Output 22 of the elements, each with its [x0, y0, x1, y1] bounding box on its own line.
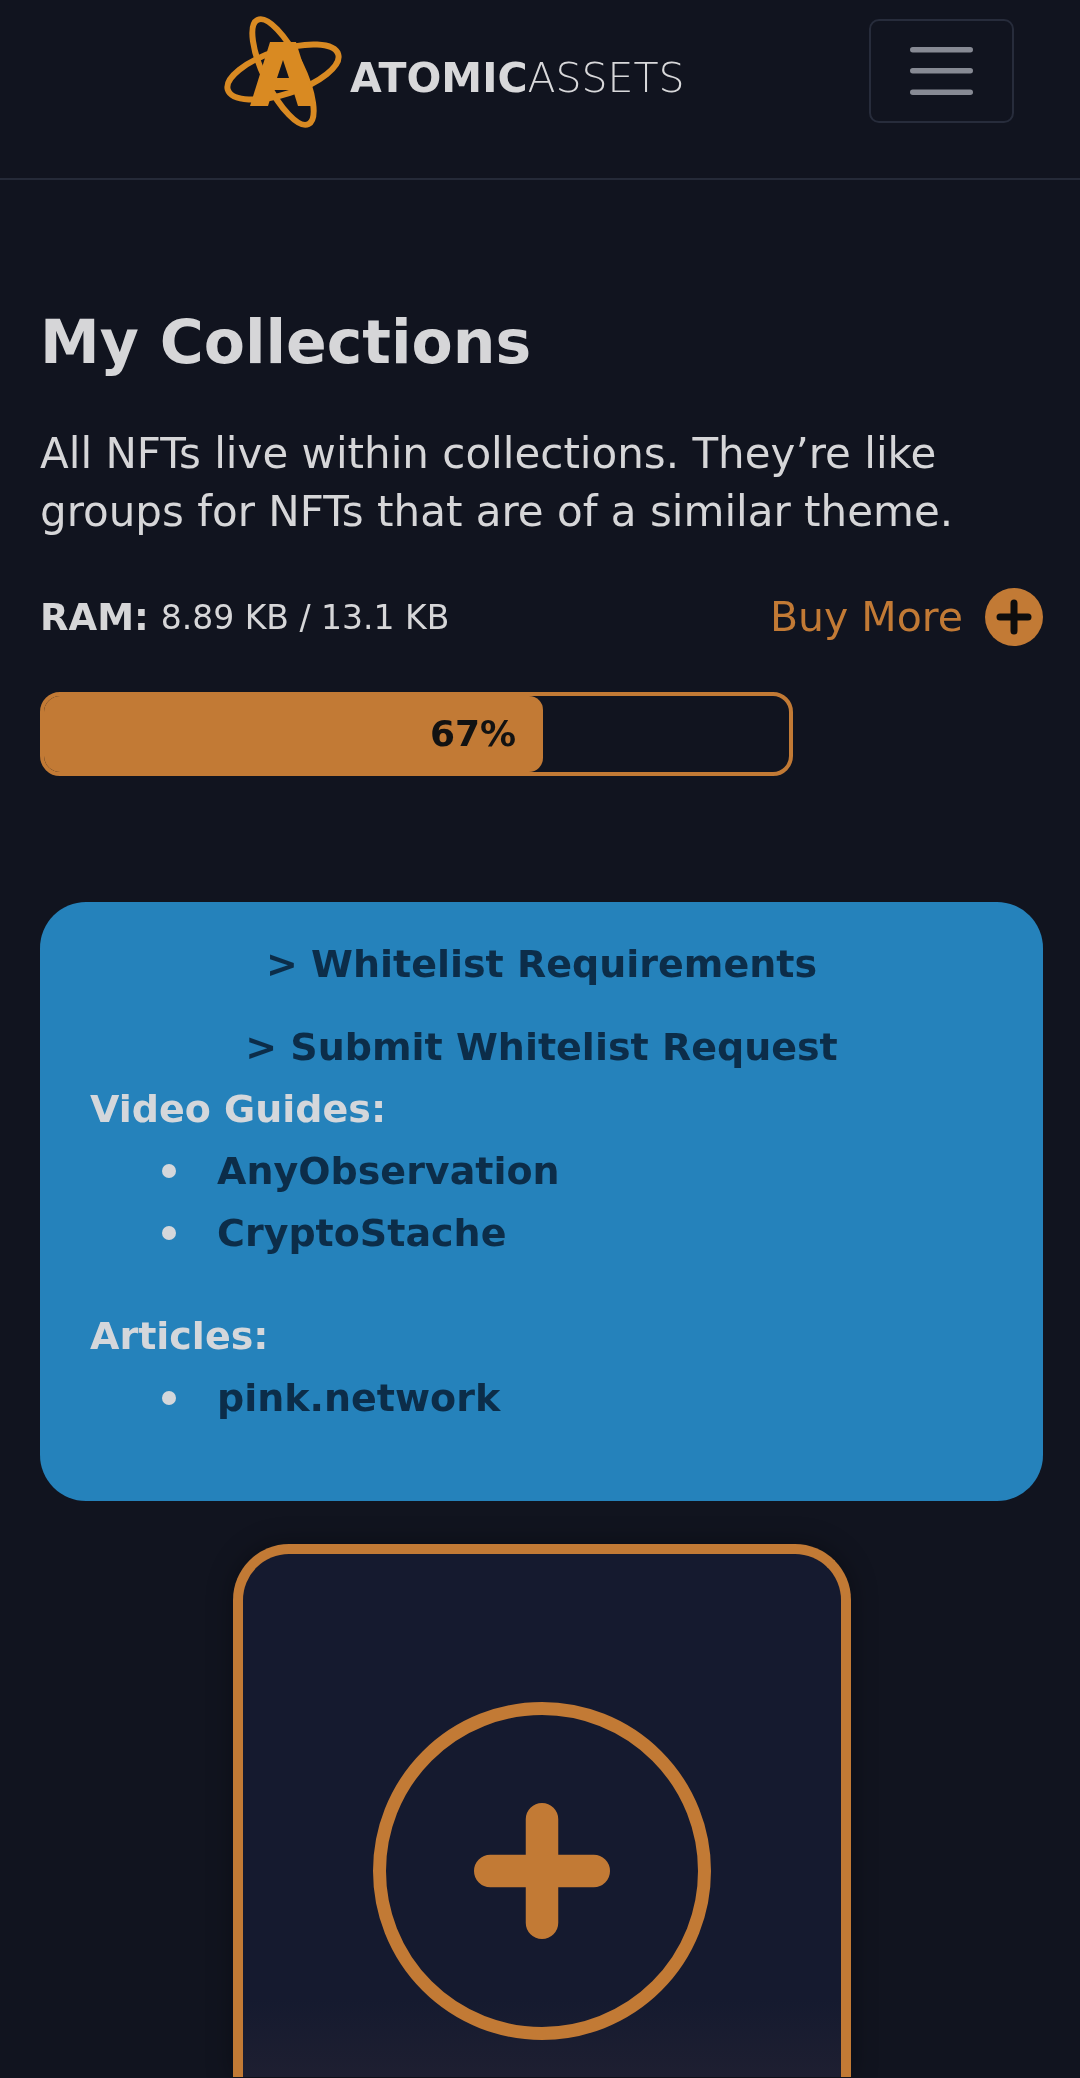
whitelist-link[interactable]: > Submit Whitelist Request [245, 1016, 838, 1078]
resource-link[interactable]: CryptoStache [217, 1202, 507, 1264]
whitelist-link[interactable]: > Whitelist Requirements [265, 933, 818, 995]
resource-link[interactable]: AnyObservation [217, 1140, 560, 1202]
section-heading: Articles: [90, 1313, 269, 1360]
bullet-icon [162, 1226, 176, 1240]
logo-text: ATOMICASSETS [350, 53, 685, 102]
bullet-icon [162, 1164, 176, 1178]
bullet-icon [162, 1391, 176, 1405]
plus-circle-icon [372, 1702, 711, 2040]
section-heading: Video Guides: [90, 1086, 387, 1133]
ram-usage: 8.89 KB / 13.1 KB [160, 597, 450, 637]
page-description: All NFTs live within collections. They’re like groups for NFTs that are of a similar theme. [40, 428, 955, 538]
progress-percent: 67% [429, 713, 517, 754]
page-title: My Collections [40, 306, 532, 378]
menu-button[interactable] [869, 19, 1014, 123]
plus-icon [985, 588, 1043, 646]
ram-label: RAM: [40, 595, 149, 639]
add-card[interactable] [232, 1544, 851, 2077]
menu-icon [910, 47, 973, 95]
buy-more-button[interactable]: Buy More [769, 588, 1043, 646]
resource-link[interactable]: pink.network [217, 1367, 501, 1429]
